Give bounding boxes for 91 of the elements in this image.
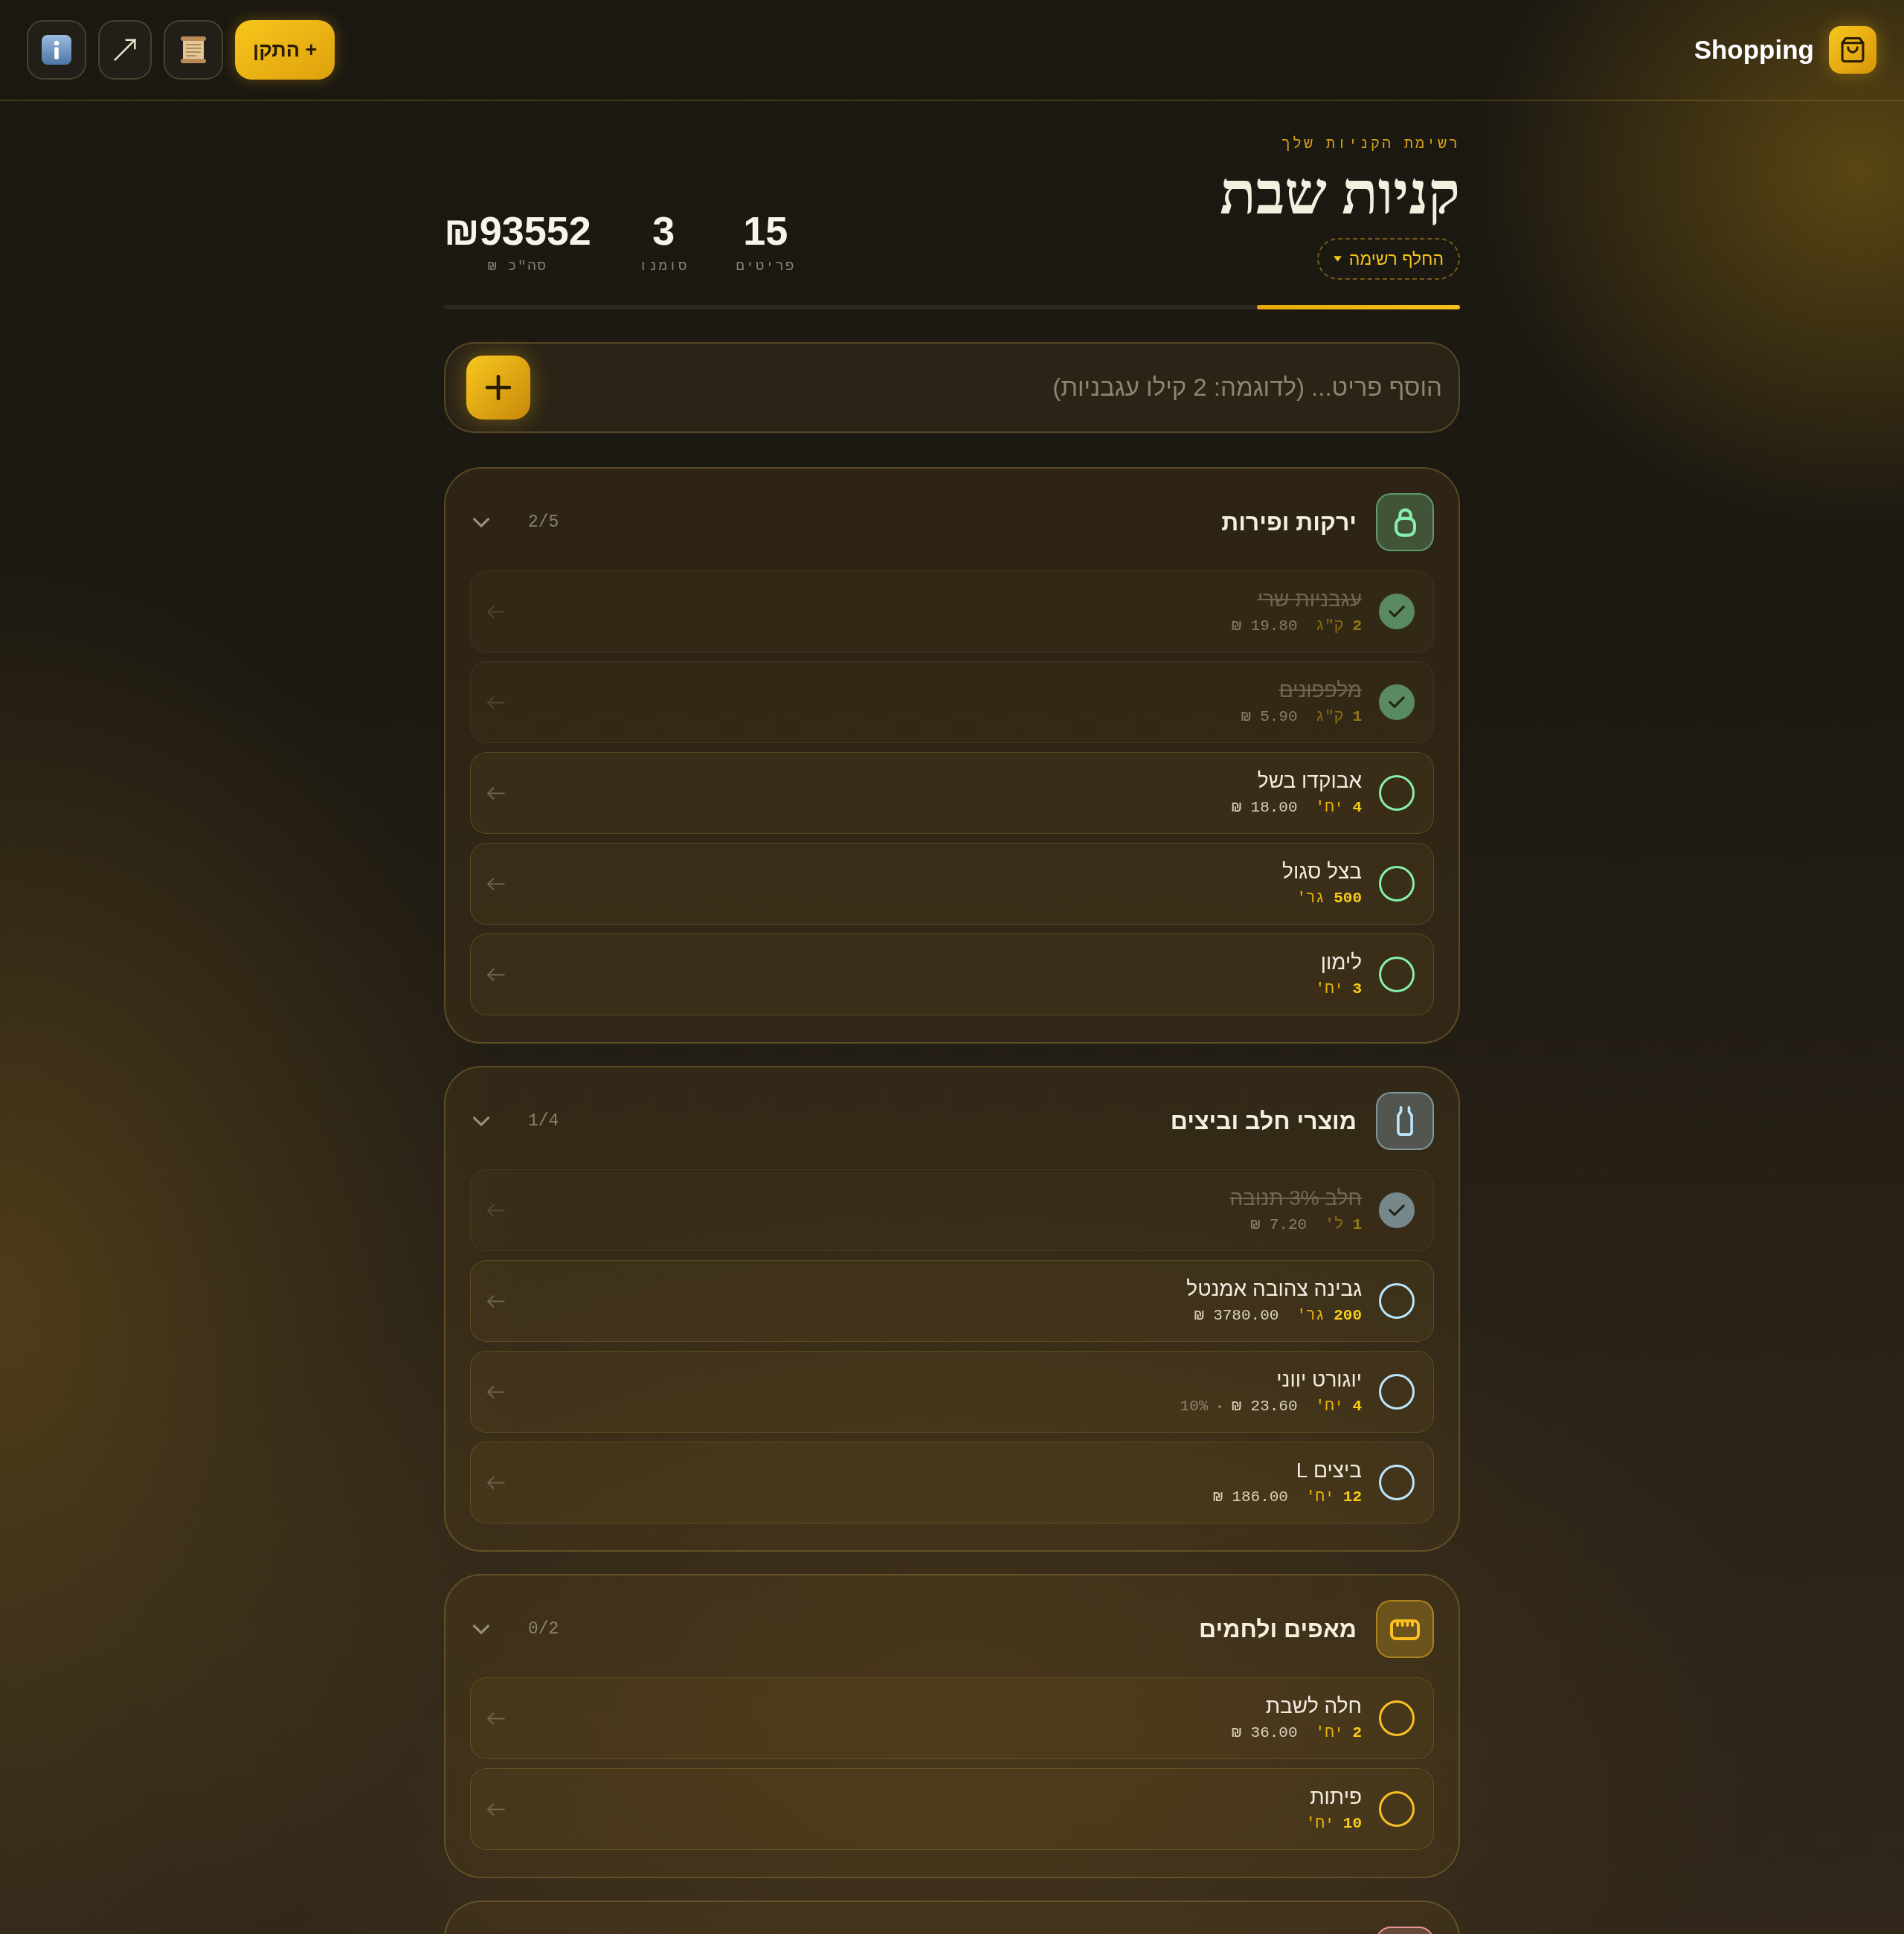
item-quantity: 2 <box>1352 617 1362 636</box>
shopping-bag-icon <box>1829 26 1876 74</box>
checkbox[interactable] <box>1379 1465 1415 1500</box>
item-name: חלב 3% תנובה <box>1229 1186 1362 1211</box>
item-name: עגבניות שרי <box>1257 587 1362 612</box>
item-name: לימון <box>1320 950 1362 975</box>
stat-value: 3 <box>652 208 675 253</box>
item-unit: יח' <box>1315 980 1344 999</box>
list-title: קניות שבת <box>1219 160 1460 228</box>
add-button[interactable] <box>466 356 530 420</box>
arrow-left-icon[interactable] <box>487 968 505 981</box>
item-price: 18.00 ₪ <box>1232 798 1298 817</box>
arrow-left-icon[interactable] <box>487 1294 505 1308</box>
arrow-left-icon[interactable] <box>487 877 505 890</box>
item-price: 186.00 ₪ <box>1213 1488 1288 1507</box>
item-quantity: 2 <box>1352 1723 1362 1743</box>
app-title: Shopping <box>1694 33 1814 65</box>
stat-label: פריטים <box>736 257 796 276</box>
item-name: בצל סגול <box>1282 859 1362 884</box>
item-unit: גר' <box>1296 889 1325 908</box>
item-name: פיתות <box>1310 1784 1362 1810</box>
checkbox[interactable] <box>1379 775 1415 811</box>
item-unit: ק"ג <box>1315 707 1344 727</box>
item-quantity: 3 <box>1352 980 1362 999</box>
item-quantity: 500 <box>1334 889 1362 908</box>
checkbox[interactable] <box>1379 1283 1415 1319</box>
install-button[interactable]: + התקן <box>235 20 335 80</box>
stat-label: סה"כ ₪ <box>488 257 547 276</box>
checkbox[interactable] <box>1379 1791 1415 1827</box>
checkbox[interactable] <box>1379 957 1415 992</box>
stat-value: ₪93552 <box>444 208 591 253</box>
item-unit: יח' <box>1305 1488 1334 1507</box>
item-name: אבוקדו בשל <box>1257 768 1362 794</box>
item-note: 10% <box>1180 1397 1209 1416</box>
checkbox[interactable] <box>1379 866 1415 902</box>
item-unit: יח' <box>1315 1397 1344 1416</box>
plus-icon <box>486 375 511 400</box>
chevron-down-icon[interactable] <box>473 517 489 527</box>
arrow-left-icon[interactable] <box>487 1385 505 1398</box>
item-price: 23.60 ₪ <box>1232 1397 1298 1416</box>
item-count: 1/4 <box>528 1110 559 1132</box>
item-quantity: 12 <box>1342 1488 1362 1507</box>
list-eyebrow: רשימת הקניות שלך <box>1281 135 1460 154</box>
check-icon <box>1389 1204 1405 1216</box>
checkbox[interactable] <box>1379 1700 1415 1736</box>
item-count: 0/2 <box>528 1618 559 1640</box>
caret-down-icon <box>1333 256 1342 262</box>
item-price: 19.80 ₪ <box>1232 617 1298 636</box>
item-quantity: 1 <box>1352 1215 1362 1235</box>
item-unit: יח' <box>1315 1723 1344 1743</box>
item-price: 3780.00 ₪ <box>1194 1306 1279 1326</box>
item-name: מלפפונים <box>1279 678 1362 703</box>
stat-value: 15 <box>743 208 788 253</box>
arrow-left-icon[interactable] <box>487 786 505 800</box>
item-quantity: 10 <box>1342 1814 1362 1834</box>
scroll-button[interactable] <box>164 20 223 80</box>
item-count: 2/5 <box>528 511 559 533</box>
checkbox[interactable] <box>1379 1374 1415 1410</box>
bottle-icon <box>1376 1092 1434 1150</box>
bread-icon <box>1376 1600 1434 1658</box>
info-button[interactable] <box>27 20 86 80</box>
item-quantity: 200 <box>1334 1306 1362 1326</box>
chevron-down-icon[interactable] <box>473 1116 489 1126</box>
scroll-icon <box>178 35 208 65</box>
stat-label: סומנו <box>638 257 689 276</box>
info-icon <box>42 35 71 65</box>
item-quantity: 1 <box>1352 707 1362 727</box>
category-title: מאפים ולחמים <box>1199 1615 1357 1644</box>
item-price: 36.00 ₪ <box>1232 1723 1298 1743</box>
padlock-icon <box>1376 493 1434 551</box>
arrow-button[interactable] <box>98 20 152 80</box>
check-icon <box>1389 605 1405 617</box>
item-name: גבינה צהובה אמנטל <box>1186 1276 1362 1302</box>
item-name: ביצים L <box>1296 1458 1362 1483</box>
item-quantity: 4 <box>1352 798 1362 817</box>
category-title: ירקות ופירות <box>1221 508 1357 537</box>
item-unit: ק"ג <box>1315 617 1344 636</box>
category-title: מוצרי חלב וביצים <box>1170 1107 1357 1136</box>
diagonal-arrow-icon <box>114 39 136 61</box>
item-name: יוגורט יווני <box>1276 1367 1362 1392</box>
item-price: 7.20 ₪ <box>1250 1215 1308 1235</box>
check-icon <box>1389 696 1405 708</box>
chevron-down-icon[interactable] <box>473 1624 489 1634</box>
item-unit: יח' <box>1305 1814 1334 1834</box>
switch-list-button[interactable]: החלף רשימה <box>1316 238 1460 280</box>
item-price: 5.90 ₪ <box>1241 707 1298 727</box>
item-quantity: 4 <box>1352 1397 1362 1416</box>
item-name: חלה לשבת <box>1265 1694 1362 1719</box>
item-unit: ל' <box>1325 1215 1344 1235</box>
item-unit: יח' <box>1315 798 1344 817</box>
item-unit: גר' <box>1296 1306 1325 1326</box>
